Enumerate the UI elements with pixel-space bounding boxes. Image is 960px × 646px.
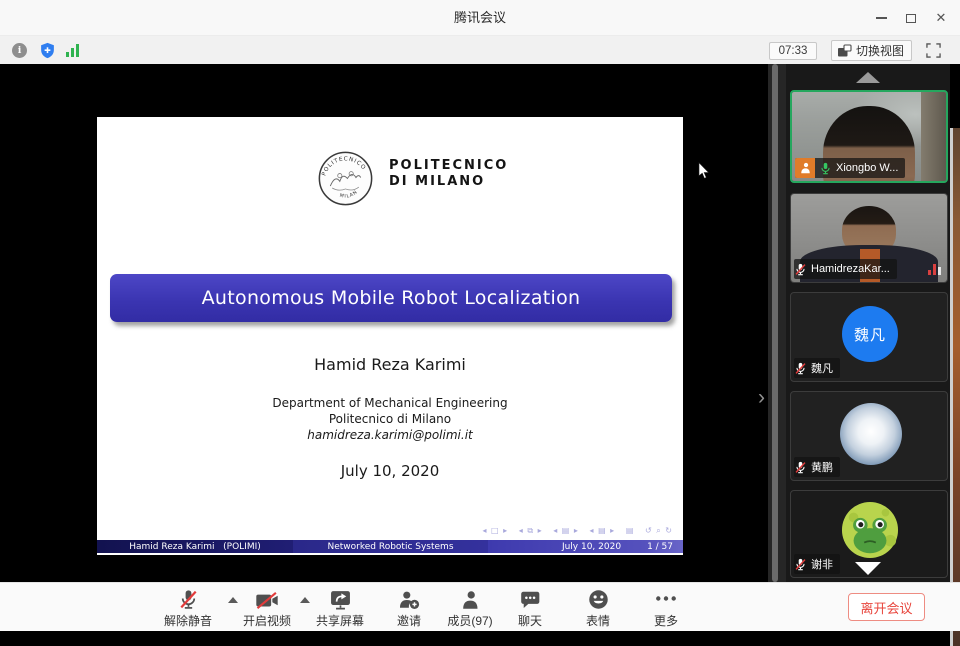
participant-name-bar: 魏凡	[794, 358, 840, 378]
participant-tile-weifan[interactable]: 魏凡 魏凡	[790, 292, 948, 382]
participant-name-bar: HamidrezaKar...	[794, 259, 897, 279]
participant-name: 黄鹏	[811, 459, 833, 475]
leave-meeting-button[interactable]: 离开会议	[848, 593, 925, 621]
maximize-icon	[906, 14, 916, 23]
slide-author: Hamid Reza Karimi	[97, 355, 683, 374]
mic-muted-icon	[794, 362, 807, 375]
participant-name-bar: 谢非	[794, 554, 840, 574]
avatar-image	[840, 403, 902, 465]
avatar-initials: 魏凡	[842, 306, 898, 362]
members-button[interactable]: 成员(97)	[447, 587, 492, 629]
footer-author: Hamid Reza Karimi (POLIMI)	[129, 542, 261, 552]
mic-on-icon	[819, 162, 832, 175]
participant-name-bar: 黄鹏	[794, 457, 840, 477]
network-signal-icon[interactable]	[66, 43, 82, 57]
switch-view-button[interactable]: 切换视图	[831, 40, 912, 61]
window-titlebar: 腾讯会议 ✕	[0, 0, 960, 36]
polimi-wordmark: POLITECNICO DI MILANO	[389, 158, 508, 190]
security-shield-icon[interactable]	[39, 42, 56, 59]
switch-view-icon	[837, 44, 852, 58]
invite-icon	[398, 590, 420, 610]
participant-name: HamidrezaKar...	[811, 263, 890, 275]
reactions-button[interactable]: 表情	[586, 587, 610, 629]
participant-name: Xiongbo W...	[836, 162, 898, 174]
audio-options-caret[interactable]	[228, 597, 238, 603]
close-icon: ✕	[936, 10, 947, 26]
minimize-button[interactable]	[867, 6, 895, 30]
panel-scrollbar[interactable]	[772, 64, 778, 582]
members-icon	[459, 590, 481, 610]
video-options-caret[interactable]	[300, 597, 310, 603]
avatar-image	[841, 501, 899, 559]
meeting-info-icon[interactable]: i	[12, 43, 27, 58]
presentation-slide: POLITECNICO MILANO POLITECNICO DI MILANO…	[97, 117, 683, 555]
polimi-seal-logo: POLITECNICO MILANO	[317, 150, 374, 207]
footer-date: July 10, 2020	[562, 542, 621, 552]
unmute-button[interactable]: 解除静音	[164, 587, 212, 629]
scroll-down-button[interactable]	[855, 562, 881, 575]
slide-date: July 10, 2020	[97, 462, 683, 480]
participant-name: 魏凡	[811, 360, 833, 376]
fullscreen-icon	[926, 43, 941, 58]
desktop-background-strip	[953, 128, 960, 646]
footer-series: Networked Robotic Systems	[327, 542, 453, 552]
maximize-button[interactable]	[897, 6, 925, 30]
panel-expand-chevron[interactable]: ›	[758, 388, 765, 408]
meeting-controlbar: 解除静音 开启视频 共享屏幕 邀请 成员(97) 聊天 表情 更多 离开会议	[0, 582, 960, 631]
slide-department: Department of Mechanical Engineering	[97, 396, 683, 410]
smiley-icon	[587, 589, 608, 610]
participant-name: 谢非	[811, 556, 833, 572]
mic-muted-icon	[794, 558, 807, 571]
slide-affiliation: Politecnico di Milano	[97, 412, 683, 426]
beamer-nav-symbols: ◂ □ ▸ ◂ ⧉ ▸ ◂ ▤ ▸ ◂ ▤ ▸ ▤ ↺ ⌕ ↻	[482, 526, 673, 536]
camera-muted-icon	[255, 591, 279, 610]
invite-button[interactable]: 邀请	[397, 587, 421, 629]
participant-tile-hamidreza[interactable]: HamidrezaKar...	[790, 193, 948, 283]
more-button[interactable]: 更多	[654, 587, 678, 629]
share-screen-icon	[328, 590, 351, 610]
footer-page-number: 1 / 57	[647, 542, 673, 552]
mouse-cursor	[698, 162, 710, 180]
slide-email: hamidreza.karimi@polimi.it	[97, 428, 683, 442]
participant-name-bar: Xiongbo W...	[795, 158, 905, 178]
more-dots-icon	[655, 595, 677, 602]
close-button[interactable]: ✕	[927, 6, 955, 30]
participant-tile-xiongbo[interactable]: Xiongbo W...	[790, 90, 948, 183]
mic-muted-icon	[794, 461, 807, 474]
scroll-up-button[interactable]	[856, 72, 880, 83]
participants-panel: Xiongbo W... HamidrezaKar... 魏凡	[786, 64, 950, 582]
share-screen-button[interactable]: 共享屏幕	[316, 587, 364, 629]
shared-screen-area: POLITECNICO MILANO POLITECNICO DI MILANO…	[0, 64, 960, 582]
chat-icon	[519, 590, 541, 610]
panel-divider	[768, 64, 786, 582]
slide-footer: Hamid Reza Karimi (POLIMI) Networked Rob…	[97, 540, 683, 553]
start-video-button[interactable]: 开启视频	[243, 587, 291, 629]
chat-button[interactable]: 聊天	[518, 587, 542, 629]
mic-muted-icon	[177, 589, 198, 610]
host-badge-icon	[795, 158, 815, 178]
slide-title-banner: Autonomous Mobile Robot Localization	[110, 274, 672, 322]
window-title: 腾讯会议	[0, 0, 960, 36]
slide-title: Autonomous Mobile Robot Localization	[202, 287, 581, 309]
participant-tile-huangpeng[interactable]: 黄鹏	[790, 391, 948, 481]
meeting-timer: 07:33	[769, 42, 817, 60]
fullscreen-button[interactable]	[924, 42, 942, 58]
presentation-stage: POLITECNICO MILANO POLITECNICO DI MILANO…	[0, 64, 768, 582]
mic-muted-icon	[794, 263, 807, 276]
poor-signal-icon	[928, 264, 941, 275]
switch-view-label: 切换视图	[856, 42, 904, 59]
minimize-icon	[876, 17, 887, 19]
